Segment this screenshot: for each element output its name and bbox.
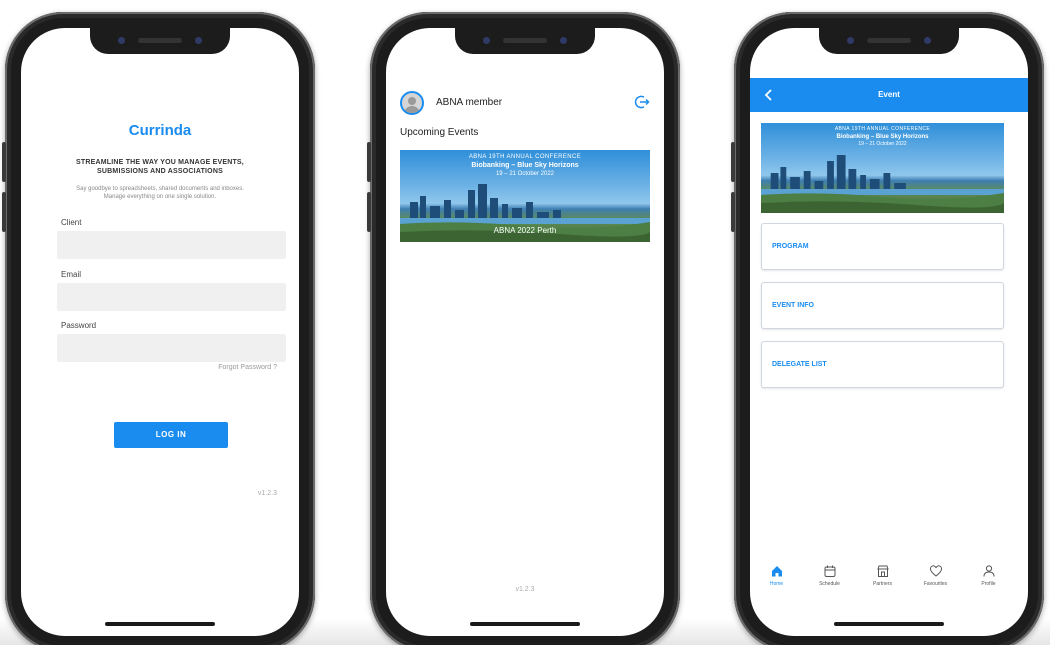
volume-button [731, 142, 735, 182]
home-icon [771, 566, 782, 577]
banner-theme: Biobanking – Blue Sky Horizons [471, 162, 579, 169]
banner-theme: Biobanking – Blue Sky Horizons [836, 134, 929, 140]
header-title: Event [878, 90, 900, 99]
menu-delegate-list-label: DELEGATE LIST [772, 361, 827, 368]
camera-icon [847, 37, 854, 44]
email-input[interactable] [57, 283, 286, 311]
menu-delegate-list[interactable]: DELEGATE LIST [761, 341, 1004, 388]
menu-event-info[interactable]: EVENT INFO [761, 282, 1004, 329]
speaker-grille [867, 38, 911, 43]
tab-favourites[interactable]: Favourites [909, 564, 962, 587]
tab-profile-label: Profile [981, 581, 996, 587]
event-banner: ABNA 19TH ANNUAL CONFERENCE Biobanking –… [761, 123, 1004, 213]
home-indicator[interactable] [834, 622, 944, 626]
user-icon [983, 565, 994, 577]
city-skyline-image [761, 155, 1004, 213]
avatar[interactable] [400, 91, 424, 115]
tab-schedule-label: Schedule [819, 581, 840, 587]
menu-event-info-label: EVENT INFO [772, 302, 815, 309]
banner-conference: ABNA 19TH ANNUAL CONFERENCE [468, 154, 582, 160]
home-indicator[interactable] [105, 622, 215, 626]
tab-partners[interactable]: Partners [856, 564, 909, 587]
avatar-body [404, 106, 420, 113]
password-input[interactable] [57, 334, 286, 362]
banner-dates: 19 – 21 October 2022 [858, 141, 907, 147]
phone-event: Event ABNA 19TH ANNUAL CONFERENCE Bioban… [731, 12, 1044, 645]
tab-home[interactable]: Home [750, 564, 803, 587]
camera-icon [483, 37, 490, 44]
volume-button [731, 192, 735, 232]
version-label: v1.2.3 [257, 490, 277, 497]
avatar-head [408, 97, 416, 105]
event-card[interactable]: ABNA 19TH ANNUAL CONFERENCE Biobanking –… [400, 150, 650, 242]
tab-partners-label: Partners [873, 581, 892, 587]
speaker-grille [503, 38, 547, 43]
volume-button [2, 142, 6, 182]
speaker-grille [138, 38, 182, 43]
email-label: Email [61, 270, 82, 279]
member-name: ABNA member [436, 97, 503, 108]
sensor-icon [560, 37, 567, 44]
heart-icon [929, 565, 942, 577]
event-screen: Event ABNA 19TH ANNUAL CONFERENCE Bioban… [750, 28, 1028, 636]
back-icon[interactable] [762, 87, 776, 103]
home-indicator[interactable] [470, 622, 580, 626]
volume-button [367, 142, 371, 182]
calendar-icon [824, 565, 835, 577]
phone-login: Currinda STREAMLINE THE WAY YOU MANAGE E… [2, 12, 315, 645]
tab-favourites-label: Favourites [923, 581, 948, 587]
client-label: Client [61, 218, 82, 227]
menu-program-label: PROGRAM [772, 243, 809, 250]
app-header: Event [750, 78, 1028, 112]
phone-events: ABNA member Upcoming Events ABNA 19TH AN… [367, 12, 680, 645]
bottom-tab-bar: Home Schedule Partners Favourites Profil… [750, 564, 1028, 604]
banner-conference: ABNA 19TH ANNUAL CONFERENCE [834, 126, 931, 132]
section-title: Upcoming Events [400, 127, 479, 138]
banner-dates: 19 – 21 October 2022 [495, 171, 555, 177]
login-screen: Currinda STREAMLINE THE WAY YOU MANAGE E… [21, 28, 299, 636]
events-screen: ABNA member Upcoming Events ABNA 19TH AN… [386, 28, 664, 636]
password-label: Password [61, 321, 97, 330]
notch [90, 28, 230, 54]
menu-program[interactable]: PROGRAM [761, 223, 1004, 270]
tab-profile[interactable]: Profile [962, 564, 1015, 587]
subtagline: Say goodbye to spreadsheets, shared docu… [76, 186, 244, 200]
notch [455, 28, 595, 54]
logout-icon[interactable] [634, 94, 650, 110]
brand-title: Currinda [128, 122, 192, 139]
client-input[interactable] [57, 231, 286, 259]
volume-button [2, 192, 6, 232]
tab-schedule[interactable]: Schedule [803, 564, 856, 587]
forgot-password-link[interactable]: Forgot Password ? [218, 364, 277, 371]
volume-button [367, 192, 371, 232]
camera-icon [118, 37, 125, 44]
sensor-icon [924, 37, 931, 44]
login-button[interactable]: LOG IN [114, 422, 228, 448]
tagline: STREAMLINE THE WAY YOU MANAGE EVENTS, SU… [76, 159, 244, 175]
sensor-icon [195, 37, 202, 44]
store-icon [876, 565, 889, 577]
event-caption: ABNA 2022 Perth [493, 226, 557, 235]
notch [819, 28, 959, 54]
tab-home-label: Home [769, 581, 784, 587]
version-label: v1.2.3 [515, 586, 535, 593]
